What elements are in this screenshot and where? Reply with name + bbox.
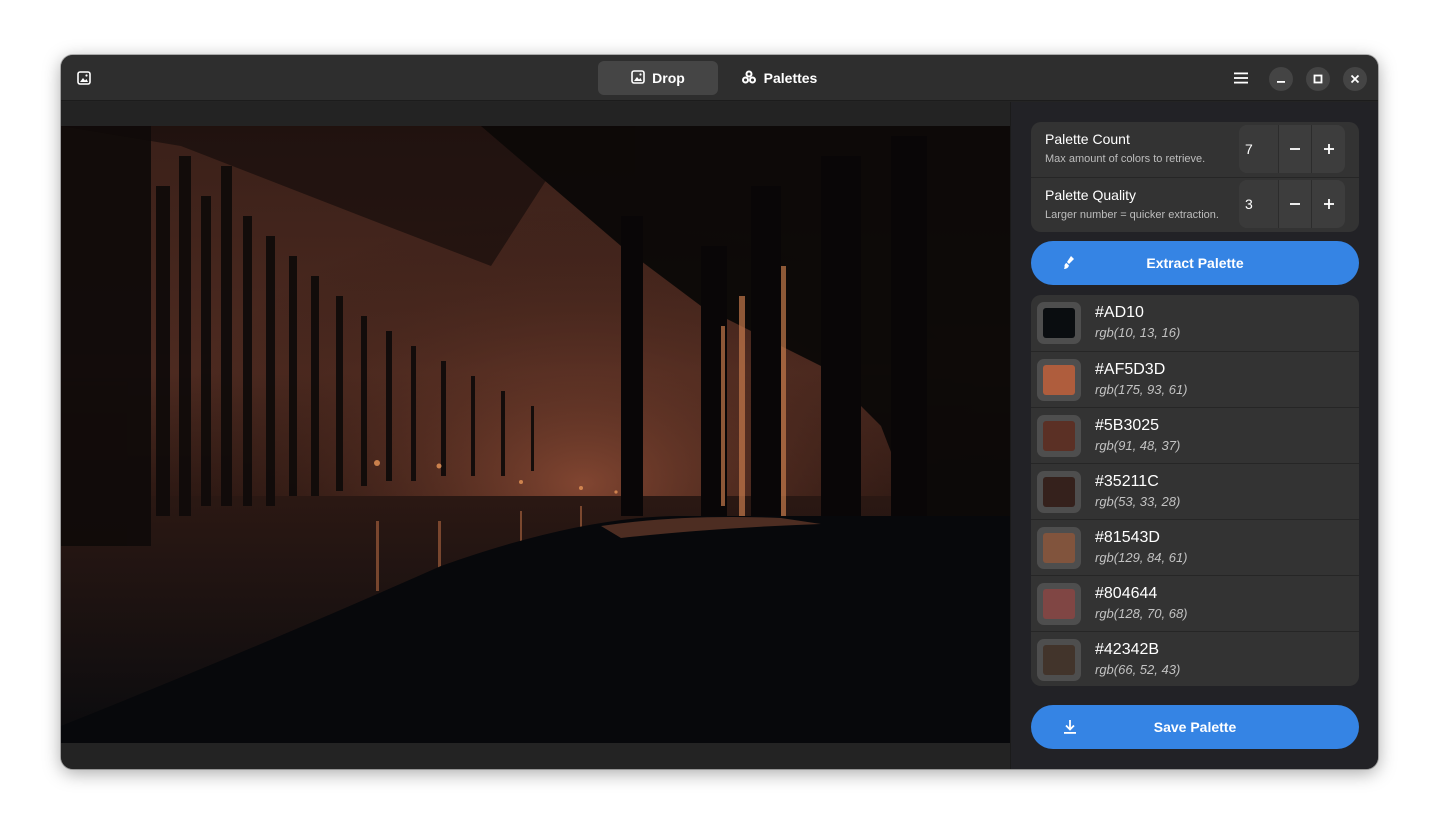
image-icon[interactable] (73, 67, 95, 89)
header-bar: Drop Palettes (61, 55, 1378, 101)
image-icon (631, 69, 645, 87)
swatch-hex: #AF5D3D (1095, 361, 1166, 378)
palette-quality-input[interactable]: 3 (1239, 180, 1279, 228)
palette-quality-decrement-button[interactable] (1279, 180, 1312, 228)
swatch-rgb: rgb(128, 70, 68) (1095, 606, 1188, 621)
save-palette-button[interactable]: Save Palette (1031, 705, 1359, 749)
sidebar: Palette Count Max amount of colors to re… (1010, 102, 1378, 769)
swatch-row[interactable]: #81543D rgb(129, 84, 61) (1031, 519, 1359, 575)
palette-count-row: Palette Count Max amount of colors to re… (1031, 122, 1359, 177)
download-icon (1061, 718, 1079, 736)
swatch-preview (1037, 415, 1081, 457)
palette-count-decrement-button[interactable] (1279, 125, 1312, 173)
palette-quality-stepper: 3 (1239, 180, 1345, 228)
brush-icon (1061, 254, 1079, 272)
tab-drop[interactable]: Drop (598, 61, 718, 95)
swatch-row[interactable]: #42342B rgb(66, 52, 43) (1031, 631, 1359, 686)
swatch-preview (1037, 639, 1081, 681)
plus-icon (1323, 199, 1334, 209)
minus-icon (1290, 203, 1300, 205)
swatch-color (1043, 589, 1075, 619)
source-image (61, 126, 1010, 743)
palette-count-increment-button[interactable] (1312, 125, 1345, 173)
swatch-row[interactable]: #35211C rgb(53, 33, 28) (1031, 463, 1359, 519)
swatch-row[interactable]: #804644 rgb(128, 70, 68) (1031, 575, 1359, 631)
swatch-rgb: rgb(129, 84, 61) (1095, 550, 1188, 565)
plus-icon (1323, 144, 1334, 154)
swatch-color (1043, 645, 1075, 675)
palette-swatch-list: #AD10 rgb(10, 13, 16) #AF5D3D rgb(175, 93, … (1031, 295, 1359, 686)
tab-drop-label: Drop (652, 70, 685, 86)
view-switcher: Drop Palettes (598, 61, 838, 95)
extract-palette-button[interactable]: Extract Palette (1031, 241, 1359, 285)
swatch-hex: #AD10 (1095, 304, 1144, 321)
palette-count-title: Palette Count (1045, 131, 1130, 147)
swatch-row[interactable]: #AD10 rgb(10, 13, 16) (1031, 295, 1359, 351)
swatch-hex: #35211C (1095, 473, 1159, 490)
save-palette-label: Save Palette (1153, 719, 1237, 735)
swatch-color (1043, 477, 1075, 507)
swatch-color (1043, 308, 1075, 338)
app-window: Drop Palettes Palette Count Max amount o… (61, 55, 1378, 769)
swatch-color (1043, 365, 1075, 395)
menu-icon[interactable] (1230, 67, 1252, 89)
swatch-hex: #81543D (1095, 529, 1160, 546)
tab-palettes-label: Palettes (763, 70, 818, 86)
swatch-hex: #5B3025 (1095, 417, 1160, 434)
image-drop-area[interactable] (61, 102, 1010, 769)
swatch-color (1043, 421, 1075, 451)
tab-palettes[interactable]: Palettes (720, 61, 838, 95)
settings-group: Palette Count Max amount of colors to re… (1031, 122, 1359, 232)
swatch-hex: #42342B (1095, 641, 1160, 658)
palette-quality-subtitle: Larger number = quicker extraction. (1045, 209, 1219, 221)
swatch-color (1043, 533, 1075, 563)
palette-icon (741, 69, 757, 88)
extract-palette-label: Extract Palette (1146, 255, 1244, 271)
minus-icon (1290, 148, 1300, 150)
close-icon[interactable] (1343, 67, 1367, 91)
swatch-preview (1037, 471, 1081, 513)
swatch-preview (1037, 583, 1081, 625)
swatch-preview (1037, 359, 1081, 401)
swatch-rgb: rgb(66, 52, 43) (1095, 662, 1181, 677)
palette-quality-title: Palette Quality (1045, 187, 1137, 203)
swatch-rgb: rgb(175, 93, 61) (1095, 382, 1188, 397)
swatch-rgb: rgb(91, 48, 37) (1095, 438, 1181, 453)
swatch-rgb: rgb(53, 33, 28) (1095, 494, 1181, 509)
swatch-row[interactable]: #AF5D3D rgb(175, 93, 61) (1031, 351, 1359, 407)
swatch-row[interactable]: #5B3025 rgb(91, 48, 37) (1031, 407, 1359, 463)
palette-count-input[interactable]: 7 (1239, 125, 1279, 173)
swatch-preview (1037, 302, 1081, 344)
palette-count-subtitle: Max amount of colors to retrieve. (1045, 153, 1206, 165)
swatch-rgb: rgb(10, 13, 16) (1095, 325, 1181, 340)
palette-quality-row: Palette Quality Larger number = quicker … (1031, 177, 1359, 232)
swatch-hex: #804644 (1095, 585, 1158, 602)
maximize-icon[interactable] (1306, 67, 1330, 91)
swatch-preview (1037, 527, 1081, 569)
palette-count-stepper: 7 (1239, 125, 1345, 173)
palette-quality-increment-button[interactable] (1312, 180, 1345, 228)
minimize-icon[interactable] (1269, 67, 1293, 91)
